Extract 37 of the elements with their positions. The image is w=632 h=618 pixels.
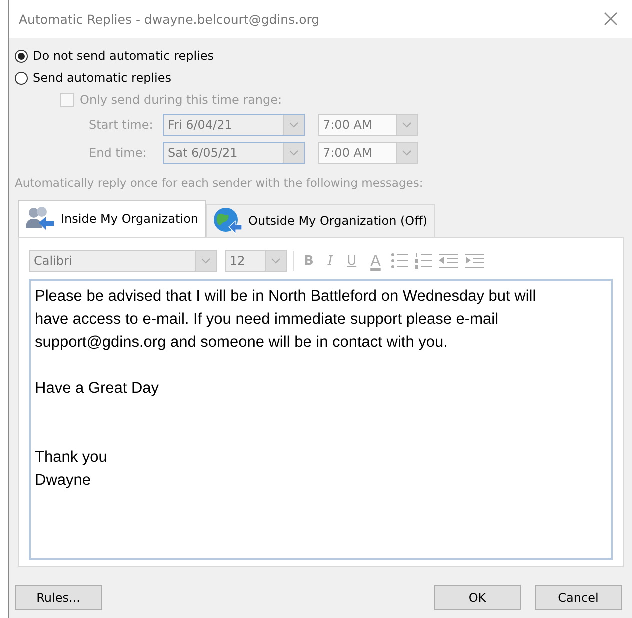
chevron-down-icon bbox=[402, 122, 412, 128]
chevron-down-icon bbox=[402, 150, 412, 156]
format-button[interactable]: B bbox=[300, 254, 318, 268]
message-text: Have a Great Day bbox=[35, 379, 160, 399]
increase-indent-icon[interactable] bbox=[464, 253, 485, 269]
caption: Automatically reply once for each sender with the following messages: bbox=[15, 176, 424, 190]
message-text: have access to e-mail. If you need immediate support please e-mail bbox=[35, 310, 500, 330]
bullet-list-icon[interactable] bbox=[390, 253, 409, 269]
message-text: Dwayne bbox=[35, 471, 92, 491]
decrease-indent-icon[interactable] bbox=[438, 253, 459, 269]
numbered-list-icon[interactable] bbox=[414, 253, 433, 269]
font-dropdown[interactable]: Calibri bbox=[29, 250, 217, 272]
format-button[interactable]: I bbox=[324, 254, 338, 268]
tab[interactable]: Inside My Organization bbox=[18, 200, 206, 237]
field-label: Start time: bbox=[89, 118, 154, 132]
window-title: Automatic Replies - dwayne.belcourt@gdins.org bbox=[19, 12, 321, 26]
format-button[interactable]: U bbox=[343, 254, 361, 268]
ok-button[interactable]: OK bbox=[434, 585, 521, 610]
chevron-down-icon bbox=[289, 122, 299, 128]
radio-option[interactable]: Do not send automatic replies bbox=[15, 48, 632, 64]
format-button[interactable]: A bbox=[366, 252, 385, 270]
chevron-down-icon bbox=[289, 150, 299, 156]
message-text: support@gdins.org and someone will be in contact with you. bbox=[35, 333, 449, 353]
radio-option[interactable]: Send automatic replies bbox=[15, 70, 632, 86]
cancel-button[interactable]: Cancel bbox=[535, 585, 622, 610]
field-label: End time: bbox=[89, 146, 148, 160]
tab[interactable]: Outside My Organization (Off) bbox=[206, 204, 435, 237]
close-icon[interactable] bbox=[604, 12, 618, 26]
people-icon bbox=[25, 206, 55, 232]
message-editor[interactable] bbox=[29, 279, 613, 560]
font-size-dropdown[interactable]: 12 bbox=[225, 250, 287, 272]
rules-button[interactable]: Rules... bbox=[15, 585, 102, 610]
chevron-down-icon bbox=[201, 258, 211, 264]
chevron-down-icon bbox=[271, 258, 281, 264]
message-text: Please be advised that I will be in North Battleford on Wednesday but will bbox=[35, 287, 538, 307]
message-text: Thank you bbox=[35, 448, 108, 468]
globe-icon bbox=[212, 207, 243, 235]
